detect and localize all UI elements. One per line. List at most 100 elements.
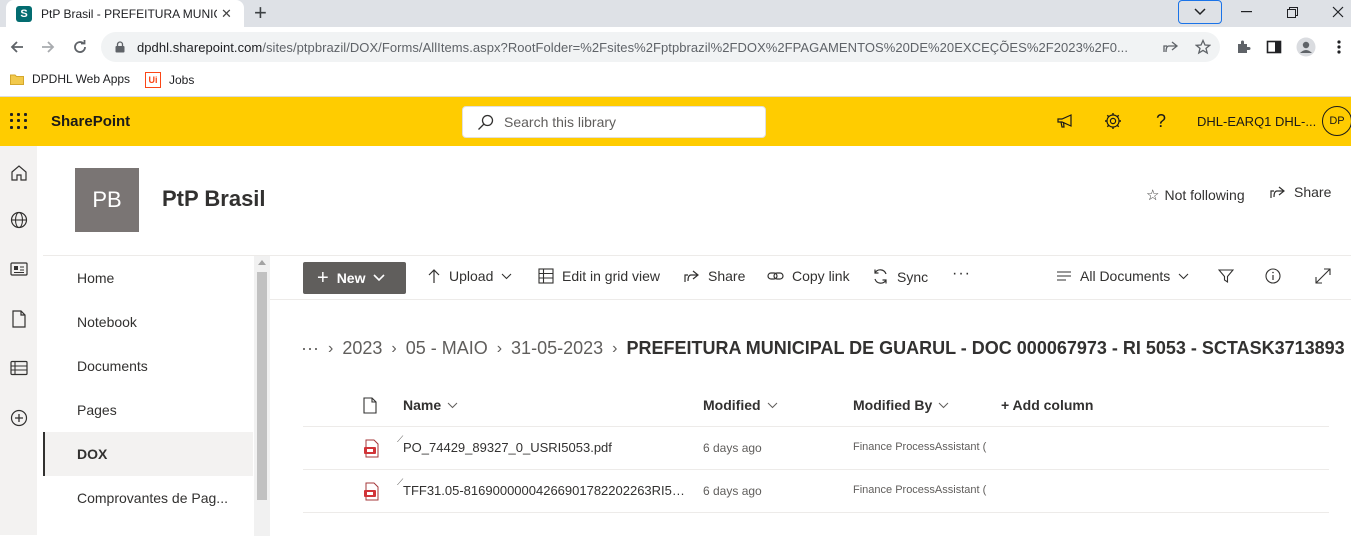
share-label: Share: [708, 268, 746, 284]
more-commands-button[interactable]: ···: [952, 265, 971, 283]
profile-button[interactable]: [1295, 36, 1317, 58]
breadcrumb-item[interactable]: 05 - MAIO: [406, 338, 488, 359]
new-tab-button[interactable]: +: [254, 1, 267, 25]
side-panel-button[interactable]: [1263, 36, 1285, 58]
breadcrumb-item[interactable]: 31-05-2023: [511, 338, 603, 359]
minimize-window-button[interactable]: [1224, 0, 1268, 24]
nav-item-notebook[interactable]: Notebook: [43, 300, 253, 344]
bookmark-dpdhl-web-apps[interactable]: DPDHL Web Apps: [10, 72, 130, 86]
column-header-modified[interactable]: Modified: [703, 397, 778, 413]
pdf-icon: [364, 482, 379, 501]
home-app-button[interactable]: [8, 162, 30, 184]
browser-tab[interactable]: S PtP Brasil - PREFEITURA MUNICIP ✕: [6, 0, 244, 27]
grid-icon: [538, 268, 554, 284]
user-name[interactable]: DHL-EARQ1 DHL-...: [1197, 114, 1316, 129]
share-label: Share: [1294, 184, 1332, 200]
bookmarks-bar: DPDHL Web Apps Ui Jobs: [0, 66, 1351, 97]
chevron-right-icon: ›: [391, 339, 397, 357]
nav-item-documents[interactable]: Documents: [43, 344, 253, 388]
create-app-button[interactable]: [8, 407, 30, 429]
expand-button[interactable]: [1315, 268, 1339, 284]
table-row[interactable]: ⟋ TFF31.05-81690000004266901782202263RI5…: [303, 470, 1329, 513]
column-header-modified-by[interactable]: Modified By: [853, 397, 949, 413]
site-title[interactable]: PtP Brasil: [162, 186, 266, 212]
kebab-menu-icon: [1337, 40, 1341, 54]
modified-by[interactable]: Finance ProcessAssistant (: [853, 484, 986, 496]
avatar[interactable]: DP: [1322, 106, 1351, 136]
close-window-button[interactable]: [1316, 0, 1351, 24]
file-type-icon[interactable]: [363, 397, 377, 414]
news-app-button[interactable]: [8, 258, 30, 280]
scroll-up-arrow-icon[interactable]: [258, 260, 266, 265]
lists-app-button[interactable]: [8, 357, 30, 379]
file-name[interactable]: TFF31.05-81690000004266901782202263RI505…: [403, 483, 688, 498]
view-list-icon: [1057, 271, 1071, 281]
share-page-icon[interactable]: [1163, 40, 1179, 54]
forward-button[interactable]: [37, 36, 59, 58]
help-button[interactable]: ?: [1150, 110, 1172, 132]
filter-button[interactable]: [1218, 268, 1242, 284]
arrow-right-icon: [42, 41, 55, 53]
sync-icon: [874, 269, 887, 284]
column-label: Modified By: [853, 397, 933, 413]
scrollbar-thumb[interactable]: [257, 272, 267, 500]
nav-item-comprovantes[interactable]: Comprovantes de Pag...: [43, 476, 253, 520]
sites-app-button[interactable]: [8, 209, 30, 231]
breadcrumb-overflow-button[interactable]: ···: [301, 338, 319, 359]
view-switcher[interactable]: All Documents: [1056, 268, 1189, 284]
copy-link-button[interactable]: Copy link: [767, 268, 850, 284]
bookmark-jobs[interactable]: Ui Jobs: [145, 72, 194, 88]
app-launcher-icon[interactable]: [8, 111, 28, 131]
grid-label: Edit in grid view: [562, 268, 661, 284]
url-text: dpdhl.sharepoint.com/sites/ptpbrazil/DOX…: [137, 40, 1128, 55]
whats-new-button[interactable]: [1055, 110, 1077, 132]
extensions-button[interactable]: [1232, 36, 1254, 58]
sharepoint-favicon-icon: S: [16, 5, 32, 22]
new-button[interactable]: + New: [303, 262, 406, 294]
upload-label: Upload: [449, 268, 494, 284]
sync-button[interactable]: Sync: [872, 268, 928, 285]
back-button[interactable]: [6, 36, 28, 58]
breadcrumb-item[interactable]: 2023: [342, 338, 382, 359]
search-input[interactable]: Search this library: [462, 106, 766, 138]
column-header-name[interactable]: Name: [403, 397, 458, 413]
command-bar: + New Upload Edit in grid view Share Cop…: [270, 255, 1351, 300]
nav-item-pages[interactable]: Pages: [43, 388, 253, 432]
expand-icon: [1315, 268, 1331, 284]
star-bookmark-icon[interactable]: [1195, 39, 1211, 55]
add-column-button[interactable]: + Add column: [1001, 397, 1093, 413]
upload-button[interactable]: Upload: [427, 268, 512, 284]
follow-button[interactable]: ☆ Not following: [1146, 186, 1245, 204]
link-icon: [767, 272, 784, 280]
list-header: Name Modified Modified By + Add column: [303, 384, 1329, 427]
site-share-button[interactable]: Share: [1270, 184, 1331, 200]
file-name[interactable]: PO_74429_89327_0_USRI5053.pdf: [403, 440, 688, 455]
edit-grid-view-button[interactable]: Edit in grid view: [538, 268, 660, 284]
chevron-down-icon: [447, 402, 458, 408]
share-button[interactable]: Share: [684, 268, 745, 284]
megaphone-icon: [1057, 114, 1072, 128]
close-tab-icon[interactable]: ✕: [221, 6, 232, 22]
settings-button[interactable]: [1102, 110, 1124, 132]
nav-item-dox[interactable]: DOX: [43, 432, 253, 476]
chevron-down-icon: [1194, 8, 1206, 16]
restore-window-button[interactable]: [1270, 0, 1314, 24]
document-list: Name Modified Modified By + Add column ⟋…: [303, 384, 1329, 513]
nav-item-home[interactable]: Home: [43, 256, 253, 300]
reload-button[interactable]: [69, 36, 91, 58]
info-button[interactable]: [1265, 268, 1289, 284]
modified-by[interactable]: Finance ProcessAssistant (: [853, 441, 986, 453]
table-row[interactable]: ⟋ PO_74429_89327_0_USRI5053.pdf 6 days a…: [303, 427, 1329, 470]
sharepoint-brand-link[interactable]: SharePoint: [51, 113, 130, 130]
chevron-down-icon: [373, 274, 386, 282]
breadcrumb: ··· › 2023 › 05 - MAIO › 31-05-2023 › PR…: [301, 338, 1345, 359]
site-logo[interactable]: PB: [75, 168, 139, 232]
url-host: dpdhl.sharepoint.com: [137, 40, 263, 55]
nav-scrollbar[interactable]: [254, 256, 270, 536]
close-icon: [1332, 6, 1344, 18]
address-bar[interactable]: dpdhl.sharepoint.com/sites/ptpbrazil/DOX…: [101, 32, 1220, 62]
browser-menu-button[interactable]: [1328, 36, 1350, 58]
filter-icon: [1218, 269, 1234, 284]
tab-search-button[interactable]: [1178, 0, 1222, 24]
files-app-button[interactable]: [8, 308, 30, 330]
